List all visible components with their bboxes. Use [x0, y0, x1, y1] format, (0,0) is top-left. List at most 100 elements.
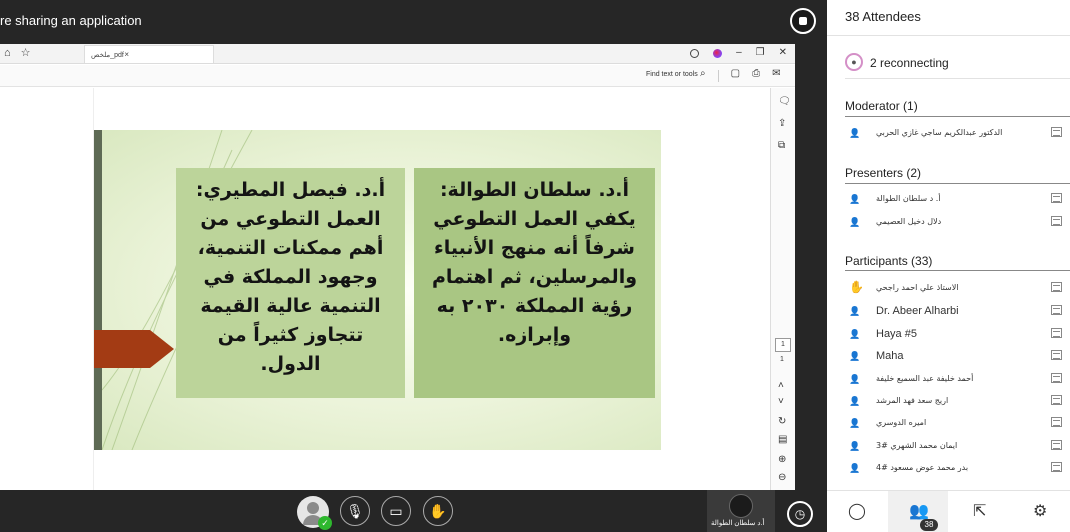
attendee-menu-icon[interactable] [1051, 417, 1062, 427]
presenter-row-name: دلال دخيل العصيمي [876, 217, 942, 226]
chat-icon[interactable]: ◯ [848, 501, 866, 521]
page-number-input[interactable]: 1 [775, 338, 791, 352]
share-stage: re sharing an application ⌂ ☆ ملخص_pdf × … [0, 0, 795, 532]
person-icon: 👤 [849, 329, 861, 339]
participant-name: اميره الدوسري [876, 418, 927, 427]
zoom-in-icon[interactable]: ⊕ [778, 454, 786, 465]
save-icon[interactable]: ▢ [731, 68, 740, 82]
settings-icon[interactable]: ⚙ [1033, 501, 1047, 521]
person-icon: 👤 [849, 396, 861, 406]
hand-icon: ✋ [849, 280, 864, 294]
panel-title: 38 Attendees [845, 9, 921, 24]
slide: أ.د. فيصل المطيري: العمل التطوعي من أهم … [94, 130, 661, 450]
moderator-divider [845, 116, 1070, 117]
person-icon: 👤 [849, 441, 861, 451]
panel-tabbar: ◯ 👥 38 ⇱ ⚙ [827, 490, 1070, 532]
find-text-field[interactable]: Find text or tools [646, 71, 698, 78]
participant-name: بدر محمد عوض مسعود #4 [876, 463, 969, 472]
copy-icon[interactable]: ⧉ [778, 140, 785, 151]
chevron-down-icon[interactable]: ˅ [778, 396, 784, 407]
pdf-document-area[interactable]: أ.د. فيصل المطيري: العمل التطوعي من أهم … [0, 88, 770, 490]
pdf-toolbar: Find text or tools ⌕ ▢ ⎙ ✉ [0, 65, 795, 87]
comment-icon[interactable]: 🗨 [778, 96, 791, 107]
home-icon[interactable]: ⌂ [4, 47, 11, 59]
presenter-row[interactable]: 👤 أ. د سلطان الطوالة [849, 190, 1062, 208]
participant-row[interactable]: 👤 أحمد خليفة عبد السميع خليفة [849, 370, 1062, 388]
presenter-row-name: أ. د سلطان الطوالة [876, 194, 941, 203]
attendee-menu-icon[interactable] [1051, 373, 1062, 383]
person-icon: 👤 [849, 374, 861, 384]
attendee-count-badge: 38 [920, 519, 938, 531]
search-icon[interactable]: ⌕ [700, 68, 706, 82]
close-icon[interactable]: ✕ [779, 47, 787, 58]
reconnecting-icon: ● [845, 53, 863, 71]
toolbar-divider [717, 70, 719, 82]
print-icon[interactable]: ⎙ [752, 68, 760, 82]
person-icon: 👤 [849, 128, 861, 138]
fit-page-icon[interactable]: ▤ [778, 434, 787, 445]
stop-sharing-button[interactable] [790, 8, 816, 34]
attendee-menu-icon[interactable] [1051, 127, 1062, 137]
share-content-icon[interactable]: ⇱ [973, 501, 986, 521]
mic-off-icon[interactable]: 🎙 [340, 496, 370, 526]
session-menu-button[interactable]: ◷ [787, 501, 813, 527]
shared-browser-window: ⌂ ☆ ملخص_pdf × – ❐ ✕ Find text or tools ⌕ [0, 44, 795, 490]
presenter-row[interactable]: 👤 دلال دخيل العصيمي [849, 213, 1062, 231]
moderator-row[interactable]: 👤 الدكتور عبدالكريم ساجي غازي الحربي [849, 124, 1062, 142]
mail-icon[interactable]: ✉ [772, 68, 780, 82]
restore-icon[interactable]: ❐ [756, 47, 765, 58]
quote-box-left: أ.د. فيصل المطيري: العمل التطوعي من أهم … [176, 168, 405, 398]
extension-icon[interactable] [690, 49, 700, 58]
attendee-menu-icon[interactable] [1051, 395, 1062, 405]
reconnecting-row[interactable]: ● 2 reconnecting [845, 50, 1070, 79]
participant-row[interactable]: 👤 Dr. Abeer Alharbi [849, 302, 1062, 320]
attendee-menu-icon[interactable] [1051, 305, 1062, 315]
star-icon[interactable]: ☆ [21, 47, 31, 59]
app-root: re sharing an application ⌂ ☆ ملخص_pdf × … [0, 0, 1070, 532]
panel-divider [795, 0, 827, 532]
status-ok-icon: ✓ [318, 516, 332, 530]
participant-row[interactable]: 👤 اريج سعد فهد المرشد [849, 392, 1062, 410]
browser-tab[interactable]: ملخص_pdf × [84, 45, 214, 63]
window-controls: – ❐ ✕ [690, 47, 787, 58]
attendee-menu-icon[interactable] [1051, 440, 1062, 450]
participant-row[interactable]: 👤 Haya #5 [849, 325, 1062, 343]
participant-name: الاستاذ علي احمد راجحي [876, 283, 959, 292]
share-banner-text: re sharing an application [0, 13, 142, 28]
tab-close-icon[interactable]: × [124, 50, 129, 59]
participant-name: أحمد خليفة عبد السميع خليفة [876, 374, 974, 383]
attendee-menu-icon[interactable] [1051, 350, 1062, 360]
participant-name: Maha [876, 350, 904, 362]
chevron-up-icon[interactable]: ˄ [778, 380, 784, 391]
tab-title: ملخص_pdf [91, 52, 124, 59]
attendee-menu-icon[interactable] [1051, 462, 1062, 472]
participant-name: ايمان محمد الشهري #3 [876, 441, 958, 450]
presenter-avatar [729, 494, 753, 518]
panel-header-divider [827, 35, 1070, 36]
participant-row[interactable]: 👤 بدر محمد عوض مسعود #4 [849, 459, 1062, 477]
presenter-video-thumb[interactable]: أ.د سلطان الطوالة [707, 490, 775, 532]
export-icon[interactable]: ⇪ [778, 118, 786, 129]
pdf-page: أ.د. فيصل المطيري: العمل التطوعي من أهم … [93, 88, 769, 490]
attendee-menu-icon[interactable] [1051, 193, 1062, 203]
attendees-icon[interactable]: 👥 [909, 501, 929, 521]
minimize-icon[interactable]: – [736, 47, 742, 58]
profile-icon[interactable] [713, 49, 723, 58]
camera-off-icon[interactable]: ▭ [381, 496, 411, 526]
attendee-menu-icon[interactable] [1051, 328, 1062, 338]
person-icon: 👤 [849, 217, 861, 227]
participant-row[interactable]: ✋ الاستاذ علي احمد راجحي [849, 279, 1062, 297]
participant-row[interactable]: 👤 ايمان محمد الشهري #3 [849, 437, 1062, 455]
participant-name: Haya #5 [876, 328, 917, 340]
participant-row[interactable]: 👤 اميره الدوسري [849, 414, 1062, 432]
attendee-menu-icon[interactable] [1051, 282, 1062, 292]
pdf-toolbar-icons: ⌕ ▢ ⎙ ✉ [700, 68, 780, 82]
session-control-bar: ✓ 🎙 ▭ ✋ أ.د سلطان الطوالة [0, 490, 795, 532]
raise-hand-icon[interactable]: ✋ [423, 496, 453, 526]
refresh-icon[interactable]: ↻ [778, 416, 786, 427]
participant-row[interactable]: 👤 Maha [849, 347, 1062, 365]
zoom-out-icon[interactable]: ⊖ [778, 472, 786, 483]
quote-box-right: أ.د. سلطان الطوالة: يكفي العمل التطوعي ش… [414, 168, 655, 398]
attendee-menu-icon[interactable] [1051, 216, 1062, 226]
moderator-name: الدكتور عبدالكريم ساجي غازي الحربي [876, 128, 1003, 137]
